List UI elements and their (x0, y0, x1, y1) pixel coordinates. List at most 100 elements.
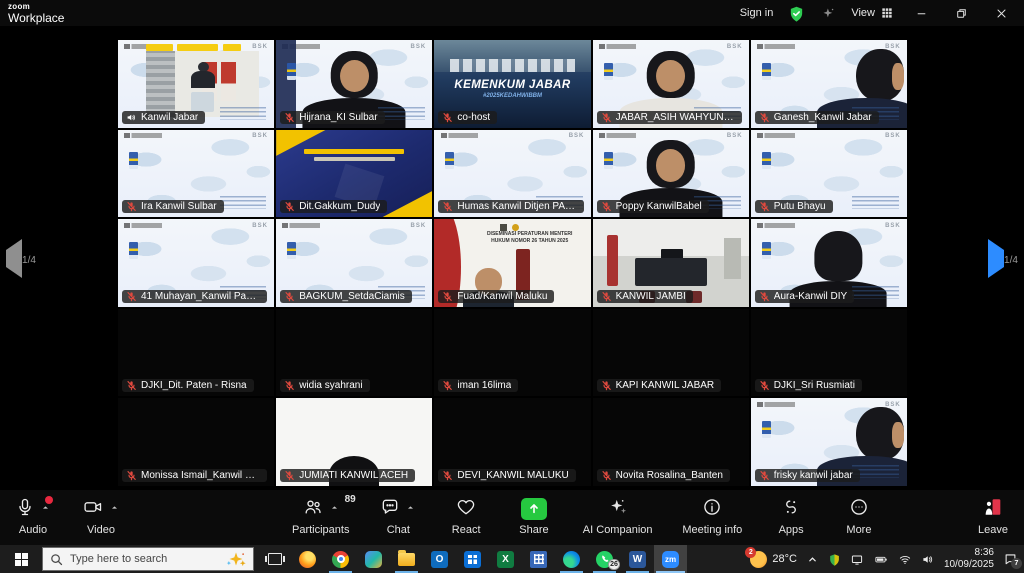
participant-tile[interactable]: BSKKanwil Jabar (118, 40, 274, 128)
muted-mic-icon (126, 470, 137, 481)
taskbar-app-copilot[interactable] (357, 545, 390, 573)
background-watermark: BSK (885, 223, 901, 229)
decoration (793, 501, 795, 503)
participant-tile[interactable]: BSKGanesh_Kanwil Jabar (751, 40, 907, 128)
participant-tile[interactable]: BSKfrisky kanwil jabar (751, 398, 907, 486)
more-icon (849, 497, 869, 522)
more-button[interactable]: More (840, 496, 878, 536)
gallery-next-button[interactable]: 1/4 (986, 250, 1020, 268)
taskbar-app-edge[interactable] (555, 545, 588, 573)
close-button[interactable] (988, 3, 1014, 23)
participant-tile[interactable]: KAPI KANWIL JABAR (593, 309, 749, 397)
background-watermark: BSK (252, 44, 268, 50)
participant-name-label: KANWIL JAMBI (597, 290, 693, 303)
decoration (126, 112, 137, 123)
info-button[interactable]: Meeting info (682, 496, 742, 536)
gallery-prev-button[interactable]: 1/4 (4, 250, 38, 268)
taskbar-app-calculator[interactable] (522, 545, 555, 573)
notification-center-icon[interactable]: 7 (1003, 552, 1018, 566)
leave-button[interactable]: Leave (974, 496, 1012, 536)
participant-tile[interactable]: Monissa Ismail_Kanwil Hukum... (118, 398, 274, 486)
ai-icon (607, 497, 629, 522)
weather-widget[interactable]: 2 28°C (750, 551, 797, 568)
view-button[interactable]: View (851, 6, 894, 20)
taskbar-app-excel[interactable]: X (489, 545, 522, 573)
participant-tile[interactable]: BSKPoppy KanwilBabel (593, 130, 749, 218)
audio-button[interactable]: Audio (14, 496, 52, 536)
background-watermark: BSK (569, 133, 585, 139)
participant-tile[interactable]: BSKAura-Kanwil DIY (751, 219, 907, 307)
taskbar-search[interactable] (42, 547, 254, 571)
wifi-icon[interactable] (898, 553, 912, 566)
taskbar-app-firefox[interactable] (291, 545, 324, 573)
participant-tile[interactable]: BSKHijrana_KI Sulbar (276, 40, 432, 128)
chat-button[interactable]: Chat (379, 496, 417, 536)
participant-tile[interactable]: DJKI_Sri Rusmiati (751, 309, 907, 397)
volume-icon[interactable] (921, 553, 935, 566)
participant-tile[interactable]: BSKBAGKUM_SetdaCiamis (276, 219, 432, 307)
participant-tile[interactable]: JUMIATI KANWIL ACEH (276, 398, 432, 486)
participant-tile[interactable]: iman 16lima (434, 309, 590, 397)
decoration (852, 555, 861, 562)
taskbar-app-outlook[interactable]: O (423, 545, 456, 573)
clock[interactable]: 8:36 10/09/2025 (944, 547, 994, 571)
video-button[interactable]: Video (82, 496, 120, 536)
participants-options-chevron-icon[interactable] (329, 500, 340, 518)
security-shield-icon[interactable] (787, 4, 805, 22)
participant-tile[interactable]: BSKPutu Bhayu (751, 130, 907, 218)
video-options-chevron-icon[interactable] (109, 500, 120, 518)
tray-expand-icon[interactable] (806, 553, 819, 566)
antivirus-icon[interactable] (828, 553, 841, 566)
participant-tile[interactable]: BSKIra Kanwil Sulbar (118, 130, 274, 218)
sign-in-button[interactable]: Sign in (740, 7, 774, 19)
participant-name-label: JUMIATI KANWIL ACEH (280, 469, 415, 482)
taskbar-app-store[interactable] (456, 545, 489, 573)
participant-tile[interactable]: DEVI_KANWIL MALUKU (434, 398, 590, 486)
decoration (302, 497, 324, 517)
explorer-icon (398, 553, 415, 566)
participant-tile[interactable]: widia syahrani (276, 309, 432, 397)
taskbar-app-chrome[interactable] (324, 545, 357, 573)
decoration (759, 201, 770, 212)
muted-mic-icon (284, 201, 295, 212)
share-button[interactable]: Share (515, 496, 553, 536)
battery-icon[interactable] (873, 553, 889, 566)
decoration (759, 380, 770, 391)
participant-tile[interactable]: DISEMINASI PERATURAN MENTERI HUKUM NOMOR… (434, 219, 590, 307)
taskbar-app-zoom[interactable]: zm (654, 545, 687, 573)
taskbar-app-word[interactable]: W (621, 545, 654, 573)
decoration (986, 508, 993, 514)
taskbar-app-explorer[interactable] (390, 545, 423, 573)
decoration (921, 553, 935, 566)
participant-tile[interactable]: KEMENKUM JABAR#2025KEDAHWIBBMco-host (434, 40, 590, 128)
decoration (384, 500, 397, 513)
display-icon[interactable] (850, 553, 864, 566)
window-titlebar: zoom Workplace Sign in View (0, 0, 1024, 26)
participants-label: Participants (292, 524, 349, 536)
decoration (227, 561, 231, 565)
restore-button[interactable] (948, 3, 974, 23)
start-button[interactable] (0, 545, 42, 573)
ai-sparkle-icon[interactable] (819, 4, 837, 22)
chat-options-chevron-icon[interactable] (405, 500, 416, 518)
taskbar-app-taskview[interactable] (258, 545, 291, 573)
participant-name-label: co-host (438, 111, 497, 124)
participant-tile[interactable]: BSKHumas Kanwil Ditjen PAS Jaw... (434, 130, 590, 218)
minimize-button[interactable] (908, 3, 934, 23)
participant-tile[interactable]: BSK41 Muhayan_Kanwil Papua Ba... (118, 219, 274, 307)
participants-button[interactable]: 89Participants (292, 496, 349, 536)
react-button[interactable]: React (447, 496, 485, 536)
muted-mic-icon (759, 291, 770, 302)
apps-button[interactable]: Apps (772, 496, 810, 536)
search-input[interactable] (70, 553, 219, 565)
calculator-icon (530, 551, 547, 568)
participant-tile[interactable]: DJKI_Dit. Paten - Risna (118, 309, 274, 397)
ai-button[interactable]: AI Companion (583, 496, 653, 536)
participant-tile[interactable]: BSKJABAR_ASIH WAHYUNINGSIH (593, 40, 749, 128)
participant-tile[interactable]: Novita Rosalina_Banten (593, 398, 749, 486)
participant-tile[interactable]: KANWIL JAMBI (593, 219, 749, 307)
audio-icon (15, 497, 35, 522)
participant-tile[interactable]: Dit.Gakkum_Dudy (276, 130, 432, 218)
taskbar-app-whatsapp[interactable]: 26 (588, 545, 621, 573)
decoration (456, 497, 476, 517)
